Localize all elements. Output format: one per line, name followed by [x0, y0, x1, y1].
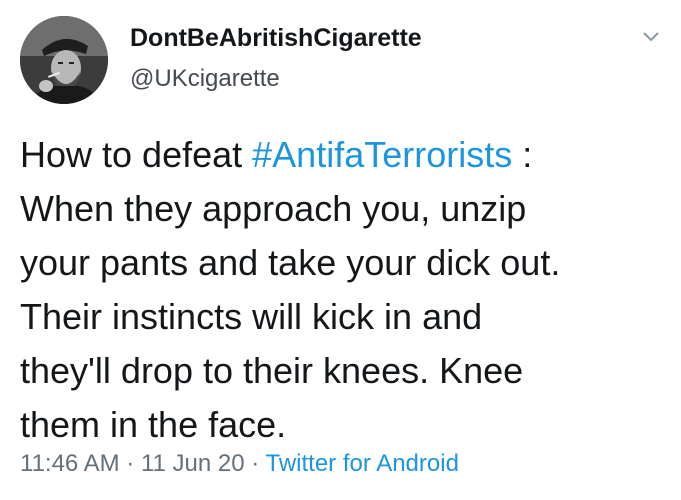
- tweet-line-text: How to defeat: [20, 134, 253, 175]
- avatar-image: [20, 16, 108, 104]
- tweet-line: Their instincts will kick in and: [20, 296, 483, 337]
- tweet-source-link[interactable]: Twitter for Android: [266, 450, 459, 477]
- tweet-line: they'll drop to their knees. Knee: [20, 350, 524, 391]
- avatar[interactable]: [20, 16, 108, 104]
- tweet-meta: 11:46 AM · 11 Jun 20 · Twitter for Andro…: [20, 450, 459, 478]
- tweet-line: How to defeat #AntifaTerrorists :: [20, 128, 670, 182]
- tweet-line: them in the face.: [20, 404, 287, 445]
- user-handle[interactable]: @UKcigarette: [130, 65, 280, 93]
- tweet-line: your pants and take your dick out.: [20, 242, 561, 283]
- tweet-card: DontBeAbritishCigarette @UKcigarette How…: [0, 0, 681, 500]
- tweet-line-text: :: [512, 134, 533, 175]
- tweet-time[interactable]: 11:46 AM: [20, 450, 120, 477]
- hashtag-link[interactable]: #AntifaTerrorists: [252, 134, 512, 175]
- meta-separator: ·: [244, 450, 266, 477]
- chevron-down-icon[interactable]: [640, 26, 662, 48]
- display-name[interactable]: DontBeAbritishCigarette: [130, 24, 422, 53]
- tweet-text: How to defeat #AntifaTerrorists : When t…: [20, 128, 670, 452]
- meta-separator: ·: [119, 450, 141, 477]
- tweet-date[interactable]: 11 Jun 20: [141, 450, 245, 477]
- tweet-line: When they approach you, unzip: [20, 188, 527, 229]
